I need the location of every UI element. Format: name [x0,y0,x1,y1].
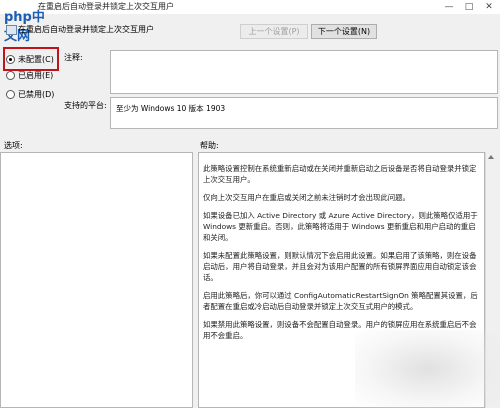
radio-unselected-icon [6,89,15,99]
help-paragraph: 如果未配置此策略设置，则默认情况下会启用此设置。如果启用了该策略，则在设备启动后… [203,251,477,282]
radio-enabled-label: 已启用(E) [18,70,54,80]
policy-name: 在重启后自动登录并锁定上次交互用户 [18,25,154,34]
supported-platforms-field: 至少为 Windows 10 版本 1903 [110,97,498,129]
comment-label: 注释: [64,53,83,62]
minimize-icon[interactable]: — [440,0,458,14]
comment-field[interactable] [110,50,498,94]
help-paragraph: 如果设备已加入 Active Directory 或 Azure Active … [203,211,478,242]
scroll-up-icon[interactable] [488,155,494,159]
help-paragraph: 仅向上次交互用户在重启或关闭之前未注销时才会出现此问题。 [203,193,410,202]
radio-disabled-label: 已禁用(D) [18,89,55,99]
policy-icon [6,25,17,35]
radio-enabled[interactable]: 已启用(E) [6,69,53,81]
supported-platforms-value: 至少为 Windows 10 版本 1903 [116,104,226,113]
radio-not-configured[interactable]: 未配置(C) [6,53,54,65]
radio-disabled[interactable]: 已禁用(D) [6,88,54,100]
help-paragraph: 启用此策略后，你可以通过 ConfigAutomaticRestartSignO… [203,291,478,311]
radio-selected-icon [6,54,15,64]
close-icon[interactable]: ✕ [480,0,498,14]
options-label: 选项: [4,141,23,150]
watermark-logo: php中文网 [4,6,56,44]
options-pane[interactable] [0,152,193,408]
help-label: 帮助: [200,141,219,150]
radio-not-configured-label: 未配置(C) [18,54,54,64]
window-title: 在重启后自动登录并锁定上次交互用户 [38,2,174,11]
next-setting-button[interactable]: 下一个设置(N) [311,24,377,39]
maximize-icon[interactable]: □ [460,0,478,14]
blurred-region [355,330,500,408]
supported-platforms-label: 支持的平台: [64,101,107,110]
radio-unselected-icon [6,70,15,80]
help-paragraph: 此策略设置控制在系统重新启动或在关闭并重新启动之后设备是否将自动登录并锁定上次交… [203,164,477,184]
previous-setting-button[interactable]: 上一个设置(P) [240,24,308,39]
